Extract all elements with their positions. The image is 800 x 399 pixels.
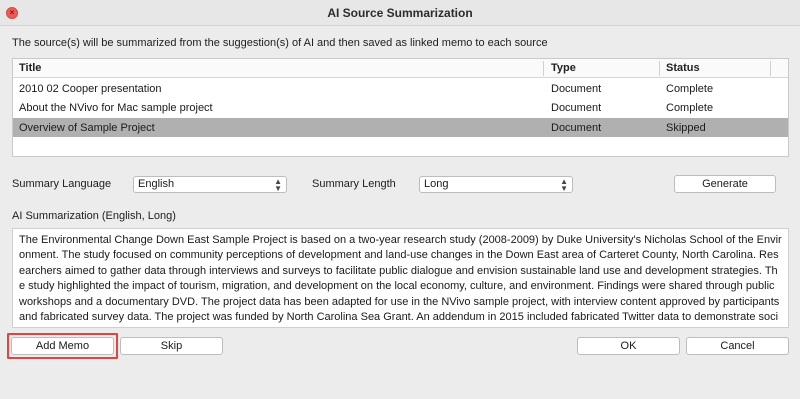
intro-text: The source(s) will be summarized from th… [12, 37, 548, 49]
chevron-updown-icon: ▲ ▼ [560, 177, 568, 193]
column-header-status[interactable]: Status [666, 62, 700, 74]
sources-table: Title Type Status 2010 02 Cooper present… [12, 58, 789, 157]
summary-length-value: Long [424, 178, 449, 190]
column-header-title[interactable]: Title [19, 62, 41, 74]
summary-text-area[interactable]: The Environmental Change Down East Sampl… [12, 228, 789, 328]
column-divider[interactable] [659, 61, 660, 76]
chevron-updown-icon: ▲ ▼ [274, 177, 282, 193]
skip-button[interactable]: Skip [120, 337, 223, 355]
summary-language-value: English [138, 178, 175, 190]
table-header: Title Type Status [13, 59, 788, 78]
table-row[interactable]: 2010 02 Cooper presentation Document Com… [13, 79, 788, 98]
row-type: Document [551, 102, 602, 114]
row-title: Overview of Sample Project [19, 122, 155, 134]
column-divider[interactable] [543, 61, 544, 76]
table-row[interactable]: About the NVivo for Mac sample project D… [13, 98, 788, 117]
row-status: Complete [666, 102, 714, 114]
cancel-button[interactable]: Cancel [686, 337, 789, 355]
summary-heading: AI Summarization (English, Long) [12, 210, 176, 222]
summary-length-label: Summary Length [312, 178, 396, 190]
summary-language-select[interactable]: English ▲ ▼ [133, 176, 287, 193]
row-type: Document [551, 83, 602, 95]
ok-button[interactable]: OK [577, 337, 680, 355]
summary-language-label: Summary Language [12, 178, 112, 190]
column-divider[interactable] [770, 61, 771, 76]
table-row-selected[interactable]: Overview of Sample Project Document Skip… [13, 118, 788, 137]
row-title: About the NVivo for Mac sample project [19, 102, 213, 114]
generate-button[interactable]: Generate [674, 175, 776, 193]
title-bar: × AI Source Summarization [0, 0, 800, 26]
row-title: 2010 02 Cooper presentation [19, 83, 162, 95]
window-title: AI Source Summarization [327, 6, 473, 20]
row-status: Complete [666, 83, 714, 95]
add-memo-button[interactable]: Add Memo [11, 337, 114, 355]
row-status: Skipped [666, 122, 706, 134]
row-type: Document [551, 122, 602, 134]
summary-length-select[interactable]: Long ▲ ▼ [419, 176, 573, 193]
column-header-type[interactable]: Type [551, 62, 576, 74]
